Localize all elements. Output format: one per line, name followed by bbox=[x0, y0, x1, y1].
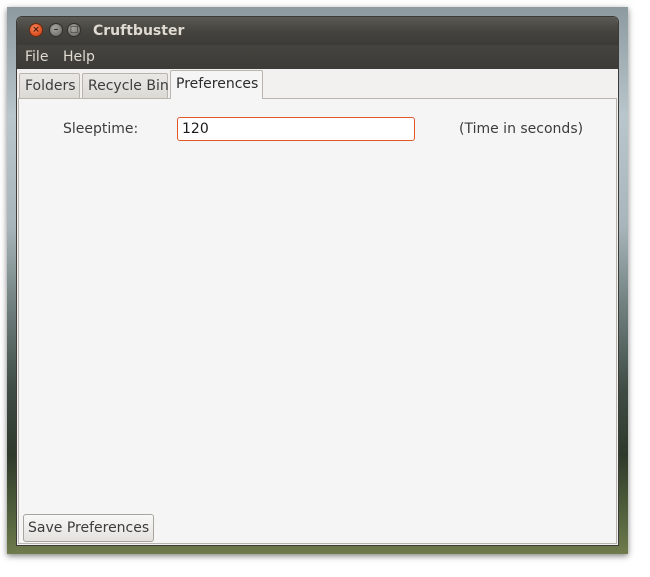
save-preferences-button[interactable]: Save Preferences bbox=[23, 514, 155, 542]
close-window-button[interactable]: × bbox=[29, 23, 43, 37]
preferences-panel: Sleeptime: (Time in seconds) Save Prefer… bbox=[18, 98, 617, 544]
menu-file[interactable]: File bbox=[25, 49, 48, 65]
close-icon: × bbox=[32, 24, 40, 35]
tab-strip: Folders Recycle Bin Preferences bbox=[17, 69, 618, 99]
maximize-window-button[interactable]: □ bbox=[67, 23, 81, 37]
tab-preferences[interactable]: Preferences bbox=[170, 70, 263, 99]
window-title: Cruftbuster bbox=[93, 23, 185, 39]
minimize-icon: – bbox=[53, 24, 59, 35]
menu-help[interactable]: Help bbox=[63, 49, 95, 65]
tab-folders[interactable]: Folders bbox=[19, 73, 80, 98]
tab-recycle-bin[interactable]: Recycle Bin bbox=[82, 73, 169, 98]
sleeptime-input[interactable] bbox=[177, 117, 415, 141]
app-window: × – □ Cruftbuster File Help Folders Recy… bbox=[16, 16, 619, 546]
sleeptime-hint: (Time in seconds) bbox=[459, 121, 584, 137]
maximize-icon: □ bbox=[69, 24, 79, 35]
sleeptime-label: Sleeptime: bbox=[63, 121, 139, 137]
titlebar[interactable]: × – □ Cruftbuster bbox=[17, 17, 618, 45]
menubar: File Help bbox=[17, 45, 618, 69]
minimize-window-button[interactable]: – bbox=[49, 23, 63, 37]
